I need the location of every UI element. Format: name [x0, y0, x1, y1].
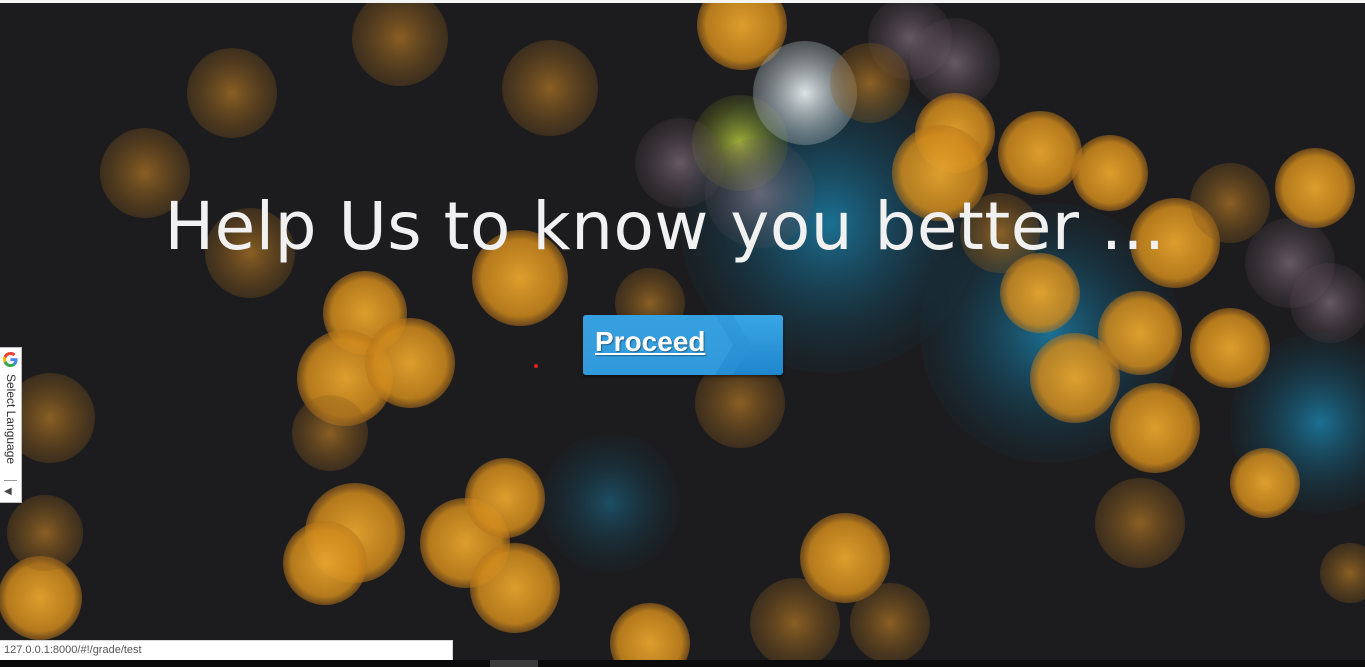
taskbar-active-segment: [490, 660, 538, 667]
translate-tab[interactable]: Select Language ◀: [0, 347, 22, 503]
landing-page: Help Us to know you better ... Proceed S…: [0, 0, 1365, 667]
proceed-button-label: Proceed: [595, 326, 706, 357]
collapse-arrow-icon[interactable]: ◀: [4, 486, 12, 498]
translate-divider: [4, 480, 17, 481]
google-g-icon: [3, 352, 18, 367]
proceed-button[interactable]: Proceed: [583, 315, 783, 375]
red-dot: [534, 364, 538, 368]
taskbar-strip: [0, 660, 1365, 667]
select-language-label: Select Language: [4, 374, 18, 465]
page-headline: Help Us to know you better ...: [164, 188, 1166, 265]
status-bar-url: 127.0.0.1:8000/#!/grade/test: [0, 640, 453, 660]
